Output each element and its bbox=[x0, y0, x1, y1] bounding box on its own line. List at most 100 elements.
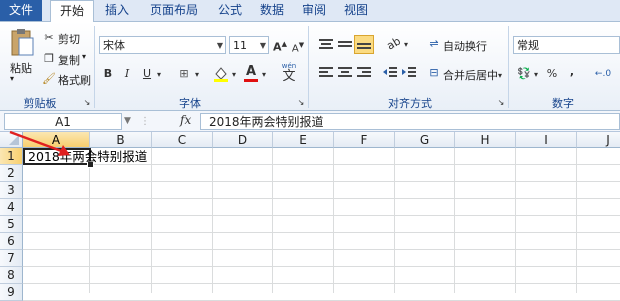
align-center-icon[interactable] bbox=[337, 66, 353, 80]
font-size-combo[interactable]: 11 ▼ bbox=[229, 36, 269, 54]
comma-button[interactable]: , bbox=[567, 64, 577, 80]
merge-center-button[interactable]: 合并后居中 bbox=[443, 67, 498, 83]
gridline-vertical bbox=[272, 148, 273, 293]
divider bbox=[508, 26, 509, 108]
currency-icon[interactable]: 💱 bbox=[516, 66, 532, 82]
formula-input[interactable]: 2018年两会特别报道 bbox=[200, 113, 620, 130]
insert-function-button[interactable]: fx bbox=[180, 112, 196, 129]
gridline-vertical bbox=[151, 148, 152, 293]
tab-review[interactable]: 审阅 bbox=[294, 0, 334, 21]
bold-button[interactable]: B bbox=[101, 66, 115, 82]
tab-home[interactable]: 开始 bbox=[50, 0, 94, 23]
scissors-icon[interactable]: ✂ bbox=[42, 30, 56, 46]
font-color-icon[interactable]: A bbox=[243, 64, 259, 83]
gridline-horizontal bbox=[23, 283, 620, 284]
column-header-e[interactable]: E bbox=[273, 132, 334, 148]
format-painter-button[interactable]: 格式刷 bbox=[58, 72, 91, 88]
cut-button[interactable]: 剪切 bbox=[58, 31, 80, 47]
borders-dropdown-icon[interactable]: ▾ bbox=[193, 67, 201, 83]
name-box-dropdown-icon[interactable]: ▼ bbox=[124, 113, 134, 130]
tab-view[interactable]: 视图 bbox=[336, 0, 376, 21]
shrink-font-icon[interactable]: A▼ bbox=[290, 37, 306, 57]
column-header-f[interactable]: F bbox=[334, 132, 395, 148]
clipboard-launcher-icon[interactable]: ↘ bbox=[82, 95, 92, 111]
increase-indent-icon[interactable] bbox=[401, 66, 417, 80]
font-color-glyph: A bbox=[245, 64, 257, 79]
decrease-indent-icon[interactable] bbox=[382, 66, 398, 80]
row-header-5[interactable]: 5 bbox=[0, 216, 23, 233]
font-size-value: 11 bbox=[233, 39, 247, 52]
row-header-8[interactable]: 8 bbox=[0, 267, 23, 284]
borders-icon[interactable]: ⊞ bbox=[176, 66, 192, 82]
tab-data[interactable]: 数据 bbox=[252, 0, 292, 21]
gridline-vertical bbox=[515, 148, 516, 293]
splitter-icon[interactable]: ⋮ bbox=[140, 113, 150, 130]
gridline-horizontal bbox=[23, 232, 620, 233]
font-name-combo[interactable]: 宋体 ▼ bbox=[99, 36, 226, 54]
paste-dropdown-icon[interactable]: ▾ bbox=[10, 74, 14, 83]
format-painter-icon[interactable]: 🖌 bbox=[42, 71, 56, 87]
clipboard-group-label: 剪贴板 bbox=[23, 97, 57, 110]
font-launcher-icon[interactable]: ↘ bbox=[296, 95, 306, 111]
underline-dropdown-icon[interactable]: ▾ bbox=[155, 67, 163, 83]
gridline-horizontal bbox=[23, 249, 620, 250]
row-header-7[interactable]: 7 bbox=[0, 250, 23, 267]
column-header-j[interactable]: J bbox=[577, 132, 620, 148]
merge-dropdown-icon[interactable]: ▾ bbox=[496, 68, 504, 84]
copy-icon[interactable]: ❐ bbox=[42, 51, 56, 67]
column-header-c[interactable]: C bbox=[152, 132, 213, 148]
font-name-value: 宋体 bbox=[103, 39, 125, 52]
row-header-6[interactable]: 6 bbox=[0, 233, 23, 250]
row-header-2[interactable]: 2 bbox=[0, 165, 23, 182]
currency-dropdown-icon[interactable]: ▾ bbox=[532, 67, 540, 83]
tab-file[interactable]: 文件 bbox=[0, 0, 42, 21]
gridline-horizontal bbox=[23, 181, 620, 182]
copy-button[interactable]: 复制 bbox=[58, 52, 80, 68]
gridline-vertical bbox=[333, 148, 334, 293]
percent-button[interactable]: % bbox=[545, 66, 559, 82]
column-header-i[interactable]: I bbox=[516, 132, 577, 148]
fill-color-icon[interactable] bbox=[213, 65, 229, 83]
row-header-3[interactable]: 3 bbox=[0, 182, 23, 199]
align-right-icon[interactable] bbox=[356, 66, 372, 80]
gridline-horizontal bbox=[23, 198, 620, 199]
gridline-vertical bbox=[394, 148, 395, 293]
tab-page-layout[interactable]: 页面布局 bbox=[140, 0, 208, 21]
align-top-icon[interactable] bbox=[318, 38, 334, 52]
column-header-h[interactable]: H bbox=[455, 132, 516, 148]
number-format-value: 常规 bbox=[517, 39, 539, 52]
tab-insert[interactable]: 插入 bbox=[98, 0, 136, 21]
underline-button[interactable]: U bbox=[140, 66, 154, 82]
alignment-launcher-icon[interactable]: ↘ bbox=[496, 95, 506, 111]
gridline-vertical bbox=[454, 148, 455, 293]
chevron-down-icon: ▼ bbox=[259, 41, 266, 50]
fill-color-dropdown-icon[interactable]: ▾ bbox=[230, 67, 238, 83]
align-bottom-icon[interactable] bbox=[354, 35, 374, 54]
increase-decimal-icon[interactable]: ←.0 bbox=[590, 66, 616, 82]
orientation-dropdown-icon[interactable]: ▾ bbox=[402, 37, 410, 53]
gridline-vertical bbox=[89, 148, 90, 293]
phonetic-guide-icon[interactable]: wén 文 bbox=[278, 62, 300, 84]
divider bbox=[94, 26, 95, 108]
chevron-down-icon: ▼ bbox=[216, 41, 223, 50]
column-header-g[interactable]: G bbox=[395, 132, 455, 148]
row-header-4[interactable]: 4 bbox=[0, 199, 23, 216]
font-group-label: 字体 bbox=[179, 97, 201, 110]
alignment-group-label: 对齐方式 bbox=[388, 97, 432, 110]
number-format-combo[interactable]: 常规 bbox=[513, 36, 620, 54]
font-color-dropdown-icon[interactable]: ▾ bbox=[260, 67, 268, 83]
wrap-text-button[interactable]: 自动换行 bbox=[443, 38, 487, 54]
tab-formulas[interactable]: 公式 bbox=[210, 0, 250, 21]
column-header-b[interactable]: B bbox=[90, 132, 152, 148]
column-header-d[interactable]: D bbox=[213, 132, 273, 148]
red-arrow-icon bbox=[9, 130, 70, 156]
grow-font-icon[interactable]: A▲ bbox=[272, 36, 288, 56]
copy-dropdown-icon[interactable]: ▾ bbox=[82, 52, 86, 61]
italic-button[interactable]: I bbox=[120, 66, 134, 82]
align-middle-icon[interactable] bbox=[337, 38, 353, 52]
gridline-horizontal bbox=[23, 215, 620, 216]
merge-center-icon[interactable]: ⊟ bbox=[427, 65, 441, 81]
paste-icon[interactable] bbox=[8, 28, 36, 58]
align-left-icon[interactable] bbox=[318, 66, 334, 80]
wrap-text-icon[interactable]: ⇌ bbox=[427, 36, 441, 52]
